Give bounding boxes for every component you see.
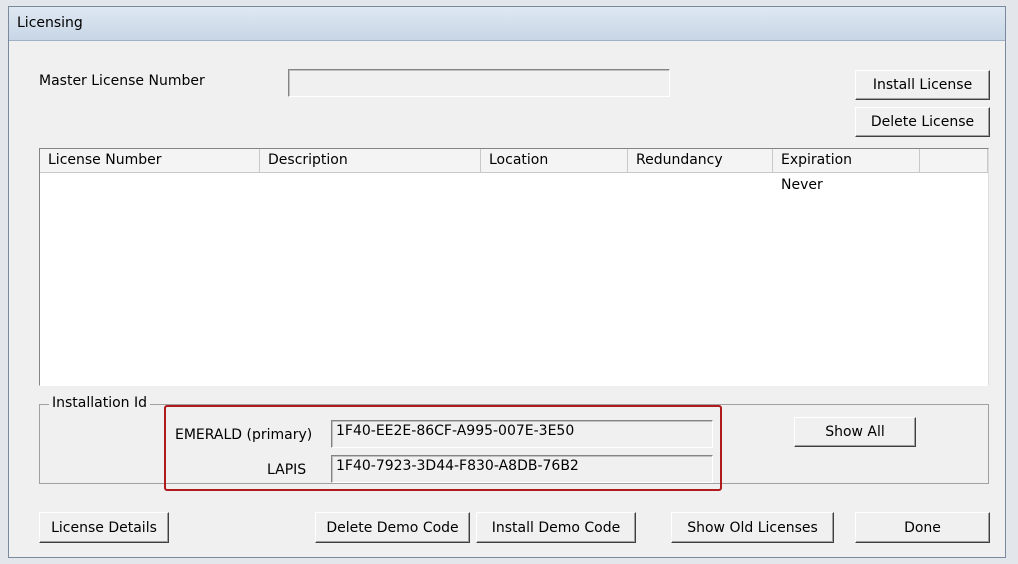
window-title: Licensing bbox=[17, 15, 83, 31]
master-license-label: Master License Number bbox=[39, 73, 205, 89]
column-header-blank bbox=[920, 149, 988, 173]
delete-license-button[interactable]: Delete License bbox=[855, 107, 990, 137]
secondary-installation-id-field[interactable]: 1F40-7923-3D44-F830-A8DB-76B2 bbox=[331, 455, 713, 483]
secondary-installation-label: LAPIS bbox=[267, 462, 307, 478]
column-header-description[interactable]: Description bbox=[260, 149, 481, 173]
cell-expiration: Never bbox=[781, 177, 823, 193]
show-all-button[interactable]: Show All bbox=[794, 417, 916, 447]
done-button[interactable]: Done bbox=[855, 512, 990, 543]
delete-demo-code-button[interactable]: Delete Demo Code bbox=[315, 512, 470, 543]
column-header-expiration[interactable]: Expiration bbox=[773, 149, 920, 173]
license-list[interactable]: License Number Description Location Redu… bbox=[39, 148, 989, 386]
column-header-license-number[interactable]: License Number bbox=[40, 149, 260, 173]
column-header-location[interactable]: Location bbox=[481, 149, 628, 173]
title-bar[interactable]: Licensing bbox=[9, 7, 1005, 41]
licensing-window: Licensing Master License Number Install … bbox=[8, 6, 1006, 558]
master-license-field[interactable] bbox=[288, 69, 670, 97]
primary-installation-label: EMERALD (primary) bbox=[175, 427, 313, 443]
install-demo-code-button[interactable]: Install Demo Code bbox=[476, 512, 636, 543]
install-license-button[interactable]: Install License bbox=[855, 70, 990, 100]
column-header-redundancy[interactable]: Redundancy bbox=[628, 149, 773, 173]
license-details-button[interactable]: License Details bbox=[39, 512, 169, 543]
primary-installation-id-field[interactable]: 1F40-EE2E-86CF-A995-007E-3E50 bbox=[331, 420, 713, 448]
installation-id-group-label: Installation Id bbox=[49, 395, 151, 411]
table-row[interactable]: Never bbox=[40, 173, 988, 195]
show-old-licenses-button[interactable]: Show Old Licenses bbox=[671, 512, 834, 543]
